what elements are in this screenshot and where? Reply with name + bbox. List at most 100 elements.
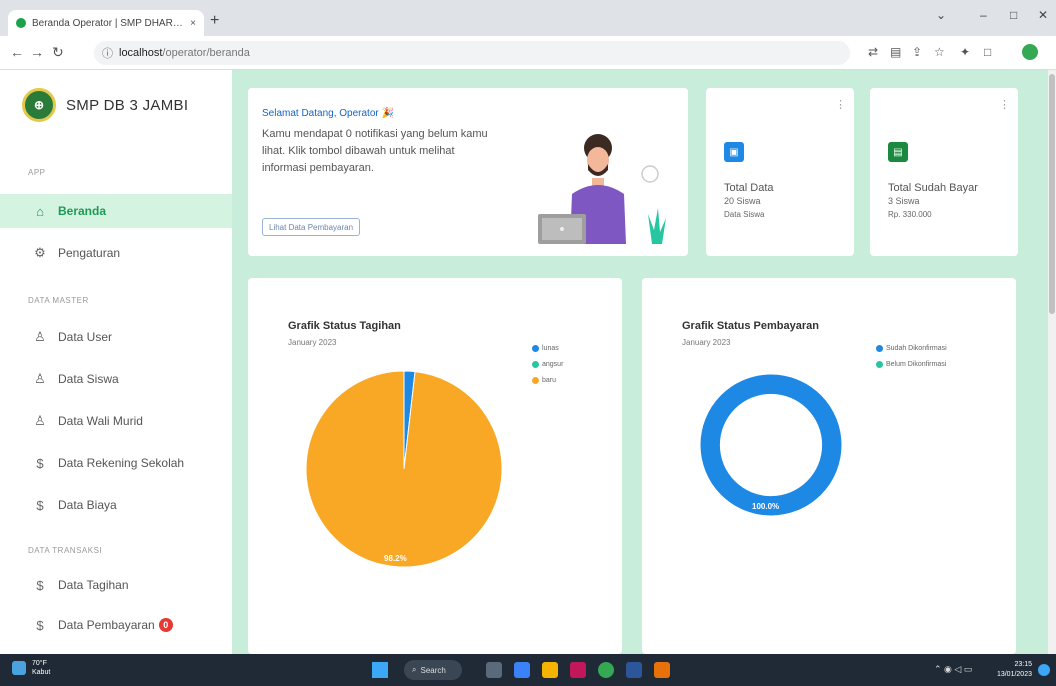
close-window-button[interactable]: ✕	[1038, 8, 1048, 22]
chrome-icon[interactable]	[598, 662, 614, 678]
notification-badge: 0	[158, 618, 173, 632]
clock[interactable]: 23:15 13/01/2023	[992, 660, 1032, 680]
page-scrollbar[interactable]	[1048, 70, 1056, 654]
taskbar-search[interactable]: ⌕ Search	[404, 660, 462, 680]
sidebar-item-label: Data Tagihan	[58, 578, 129, 592]
pie-slice-baru[interactable]	[305, 370, 503, 568]
chat-icon[interactable]	[514, 662, 530, 678]
legend-label: Sudah Dikonfirmasi	[886, 344, 947, 352]
gear-icon: ⚙	[34, 245, 46, 260]
weather-desc: Kabut	[32, 669, 51, 676]
chart-subtitle: January 2023	[682, 338, 731, 347]
chart-subtitle: January 2023	[288, 338, 337, 347]
donut-data-label: 100.0%	[752, 502, 780, 511]
legend-dot	[876, 344, 883, 352]
more-options-icon[interactable]: ⋮	[835, 98, 846, 111]
share-icon[interactable]: ⇪	[912, 45, 922, 59]
extensions-icon[interactable]: ✦	[960, 45, 970, 59]
sidebar-item-beranda[interactable]: ⌂ Beranda	[0, 194, 232, 228]
legend-label: lunas	[542, 344, 559, 352]
legend-dot	[876, 360, 883, 368]
maximize-button[interactable]: □	[1010, 8, 1017, 22]
home-icon: ⌂	[36, 203, 44, 219]
stat-value: 3 Siswa	[888, 196, 920, 206]
brand[interactable]: ⊕ SMP DB 3 JAMBI	[22, 88, 188, 122]
logo-emblem: ⊕	[33, 98, 45, 112]
system-tray[interactable]: ⌃ ◉ ◁ ▭	[934, 664, 972, 675]
legend-dot	[532, 376, 539, 384]
url-path: /operator/beranda	[162, 47, 250, 59]
browser-toolbar: ← → ↻ ⓘ localhost /operator/beranda ⇄ ▤ …	[0, 36, 1056, 70]
school-logo: ⊕	[22, 88, 56, 122]
stat-title: Total Sudah Bayar	[888, 182, 978, 194]
translate-icon[interactable]: ⇄	[868, 45, 878, 59]
chart-title: Grafik Status Pembayaran	[682, 320, 819, 332]
new-tab-button[interactable]: +	[210, 12, 219, 30]
tab-title: Beranda Operator | SMP DHARMA	[32, 17, 187, 29]
tab-search-icon[interactable]: ⌄	[936, 8, 946, 22]
welcome-illustration	[538, 134, 666, 244]
legend-item[interactable]: baru	[532, 374, 563, 386]
legend-item[interactable]: lunas	[532, 342, 563, 354]
profile-avatar[interactable]	[1022, 44, 1038, 60]
bookmark-star-icon[interactable]: ☆	[934, 45, 945, 59]
legend-item[interactable]: Sudah Dikonfirmasi	[876, 342, 947, 354]
sidebar-item-label: Data Wali Murid	[58, 414, 143, 428]
chart-title: Grafik Status Tagihan	[288, 320, 401, 332]
stat-sub: Data Siswa	[724, 210, 765, 219]
sidebar-item-label: Data Pembayaran	[58, 618, 155, 632]
monitor-icon: ▣	[724, 142, 744, 162]
sidebar-item-pengaturan[interactable]: ⚙ Pengaturan	[0, 236, 232, 270]
view-payments-button[interactable]: Lihat Data Pembayaran	[262, 218, 361, 236]
clock-date: 13/01/2023	[996, 671, 1032, 678]
legend-item[interactable]: Belum Dikonfirmasi	[876, 358, 947, 370]
minimize-button[interactable]: –	[980, 8, 987, 22]
welcome-title: Selamat Datang, Operator 🎉	[262, 108, 394, 119]
section-label-app: APP	[28, 168, 46, 177]
legend-dot	[532, 360, 539, 368]
legend-item[interactable]: angsur	[532, 358, 563, 370]
sidebar-item-label: Data User	[58, 330, 113, 344]
weather-widget[interactable]: 70°F Kabut	[12, 659, 50, 677]
sidebar-item-label: Data Siswa	[58, 372, 119, 386]
welcome-text: Kamu mendapat 0 notifikasi yang belum ka…	[262, 128, 488, 174]
sidebar-item-data-tagihan[interactable]: $ Data Tagihan	[0, 568, 232, 602]
forward-icon[interactable]: →	[30, 44, 44, 60]
stat-card-total-sudah-bayar: ⋮ ▤ Total Sudah Bayar 3 Siswa Rp. 330.00…	[870, 88, 1018, 256]
back-icon[interactable]: ←	[10, 44, 24, 60]
sidebar-item-data-biaya[interactable]: $ Data Biaya	[0, 488, 232, 522]
app-icon[interactable]	[570, 662, 586, 678]
address-bar[interactable]: ⓘ localhost /operator/beranda	[94, 41, 850, 65]
sidebar-item-data-user[interactable]: ♙ Data User	[0, 320, 232, 354]
user-icon: ♙	[34, 413, 46, 428]
dollar-icon: $	[36, 455, 44, 471]
sidepanel-icon[interactable]: □	[984, 45, 991, 59]
notification-icon[interactable]	[1038, 664, 1050, 676]
dollar-icon: $	[36, 617, 44, 633]
reload-icon[interactable]: ↻	[52, 44, 64, 61]
sidebar-item-label: Pengaturan	[58, 246, 121, 260]
stat-card-total-data: ⋮ ▣ Total Data 20 Siswa Data Siswa	[706, 88, 854, 256]
app-icon-orange[interactable]	[654, 662, 670, 678]
clock-time: 23:15	[1014, 661, 1032, 668]
brand-name: SMP DB 3 JAMBI	[66, 96, 189, 114]
stat-value: 20 Siswa	[724, 196, 761, 206]
start-button[interactable]	[372, 662, 388, 678]
word-icon[interactable]	[626, 662, 642, 678]
browser-tab-bar: Beranda Operator | SMP DHARMA × + ⌄ – □ …	[0, 0, 1056, 36]
sidebar-item-data-rekening-sekolah[interactable]: $ Data Rekening Sekolah	[0, 446, 232, 480]
sidebar-item-data-pembayaran[interactable]: $ Data Pembayaran 0	[0, 608, 232, 642]
sidebar-item-data-wali-murid[interactable]: ♙ Data Wali Murid	[0, 404, 232, 438]
favicon-icon	[16, 18, 26, 28]
sidebar-item-label: Beranda	[58, 204, 107, 218]
more-options-icon[interactable]: ⋮	[999, 98, 1010, 111]
reader-icon[interactable]: ▤	[890, 45, 901, 59]
info-icon[interactable]: ⓘ	[102, 45, 113, 61]
file-explorer-icon[interactable]	[542, 662, 558, 678]
task-view-icon[interactable]	[486, 662, 502, 678]
dollar-icon: $	[36, 497, 44, 513]
scrollbar-thumb[interactable]	[1049, 74, 1055, 314]
sidebar-item-data-siswa[interactable]: ♙ Data Siswa	[0, 362, 232, 396]
browser-tab[interactable]: Beranda Operator | SMP DHARMA ×	[8, 10, 204, 36]
tab-close-icon[interactable]: ×	[190, 18, 196, 29]
